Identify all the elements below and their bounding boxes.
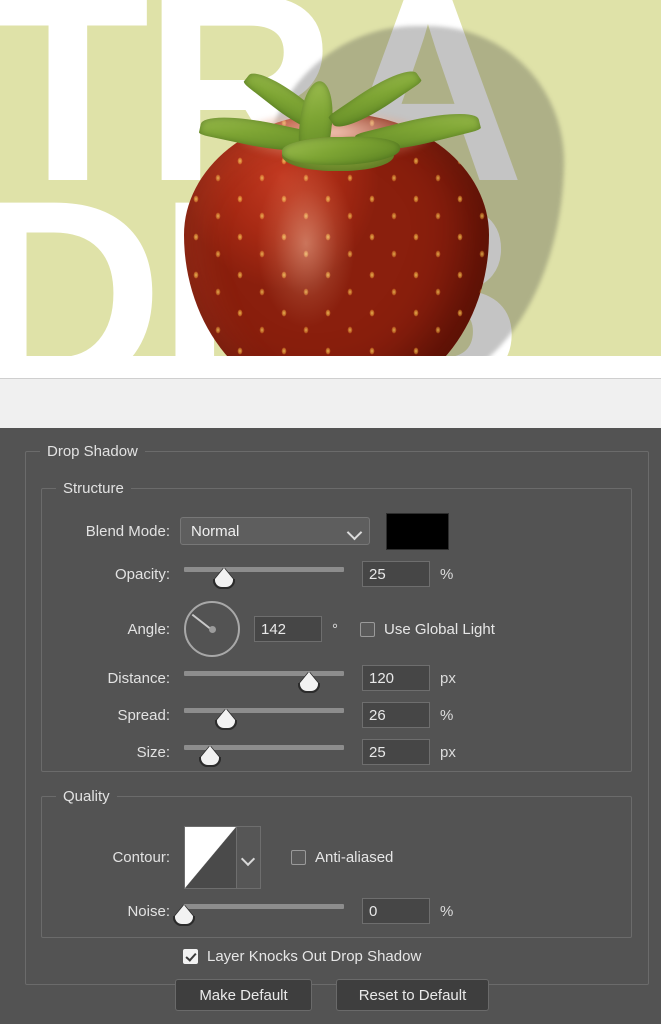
opacity-row: Opacity: 25 % bbox=[66, 560, 626, 588]
blend-mode-label: Blend Mode: bbox=[85, 522, 170, 540]
anti-aliased-label: Anti-aliased bbox=[315, 849, 394, 866]
contour-chevron-down-icon[interactable] bbox=[236, 827, 260, 888]
use-global-light-checkbox[interactable] bbox=[360, 621, 375, 637]
distance-input[interactable]: 120 bbox=[362, 665, 430, 691]
opacity-input[interactable]: 25 bbox=[362, 561, 430, 587]
distance-label: Distance: bbox=[107, 669, 170, 687]
spread-unit: % bbox=[440, 706, 454, 724]
drop-shadow-group-title: Drop Shadow bbox=[47, 443, 138, 460]
spread-label: Spread: bbox=[117, 706, 170, 724]
contour-picker[interactable] bbox=[184, 826, 261, 889]
noise-label: Noise: bbox=[127, 902, 170, 920]
quality-group-title: Quality bbox=[63, 788, 110, 805]
opacity-slider-track bbox=[184, 567, 344, 572]
blend-mode-row: Blend Mode: Normal bbox=[66, 512, 626, 550]
angle-unit: ° bbox=[332, 620, 338, 638]
canvas-gutter bbox=[0, 378, 661, 429]
opacity-label: Opacity: bbox=[114, 565, 170, 583]
poster-white-band bbox=[0, 356, 661, 378]
shadow-color-swatch[interactable] bbox=[386, 512, 449, 550]
dialog-button-row: Make Default Reset to Default bbox=[175, 979, 489, 1011]
blend-mode-dropdown[interactable]: Normal bbox=[180, 517, 370, 545]
angle-input[interactable]: 142 bbox=[254, 616, 322, 642]
contour-label: Contour: bbox=[112, 849, 170, 866]
chevron-down-icon bbox=[346, 524, 363, 541]
spread-input[interactable]: 26 bbox=[362, 702, 430, 728]
size-slider[interactable] bbox=[184, 741, 344, 765]
angle-dial[interactable] bbox=[184, 601, 240, 657]
anti-aliased-checkbox[interactable] bbox=[291, 850, 306, 865]
spread-slider-track bbox=[184, 708, 344, 713]
layer-knocks-out-row: Layer Knocks Out Drop Shadow bbox=[183, 948, 421, 965]
size-input[interactable]: 25 bbox=[362, 739, 430, 765]
size-unit: px bbox=[440, 743, 456, 761]
distance-slider-track bbox=[184, 671, 344, 676]
use-global-light-label: Use Global Light bbox=[384, 620, 495, 638]
blend-mode-value: Normal bbox=[191, 522, 240, 540]
layer-knocks-out-label: Layer Knocks Out Drop Shadow bbox=[207, 948, 422, 965]
opacity-slider-thumb[interactable] bbox=[215, 568, 233, 587]
distance-slider[interactable] bbox=[184, 667, 344, 691]
angle-label: Angle: bbox=[127, 620, 170, 638]
size-slider-thumb[interactable] bbox=[200, 746, 219, 765]
opacity-unit: % bbox=[440, 565, 454, 583]
structure-group-title: Structure bbox=[63, 480, 124, 497]
noise-unit: % bbox=[440, 902, 454, 920]
noise-slider-thumb[interactable] bbox=[175, 905, 193, 924]
distance-unit: px bbox=[440, 669, 456, 687]
noise-slider-track bbox=[184, 904, 344, 909]
distance-row: Distance: 120 px bbox=[66, 664, 626, 692]
size-row: Size: 25 px bbox=[66, 738, 626, 766]
spread-slider[interactable] bbox=[184, 704, 344, 728]
spread-row: Spread: 26 % bbox=[66, 701, 626, 729]
size-label: Size: bbox=[136, 743, 170, 761]
noise-row: Noise: 0 % bbox=[66, 897, 626, 925]
opacity-slider[interactable] bbox=[184, 563, 344, 587]
make-default-button[interactable]: Make Default bbox=[175, 979, 312, 1011]
noise-slider[interactable] bbox=[175, 900, 344, 924]
strawberry-image bbox=[178, 61, 498, 378]
layer-knocks-out-checkbox[interactable] bbox=[183, 949, 198, 964]
layer-style-dialog: Drop Shadow Structure Quality Blend Mode… bbox=[0, 428, 661, 1024]
spread-slider-thumb[interactable] bbox=[216, 709, 235, 728]
document-canvas[interactable]: TRA DEB bbox=[0, 0, 661, 378]
angle-row: Angle: 142 ° Use Global Light bbox=[66, 598, 626, 660]
contour-row: Contour: Anti-aliased bbox=[66, 826, 626, 889]
angle-dial-hub bbox=[208, 625, 216, 633]
noise-input[interactable]: 0 bbox=[362, 898, 430, 924]
contour-preview-icon bbox=[185, 827, 237, 888]
distance-slider-thumb[interactable] bbox=[299, 672, 318, 691]
reset-to-default-button[interactable]: Reset to Default bbox=[336, 979, 489, 1011]
